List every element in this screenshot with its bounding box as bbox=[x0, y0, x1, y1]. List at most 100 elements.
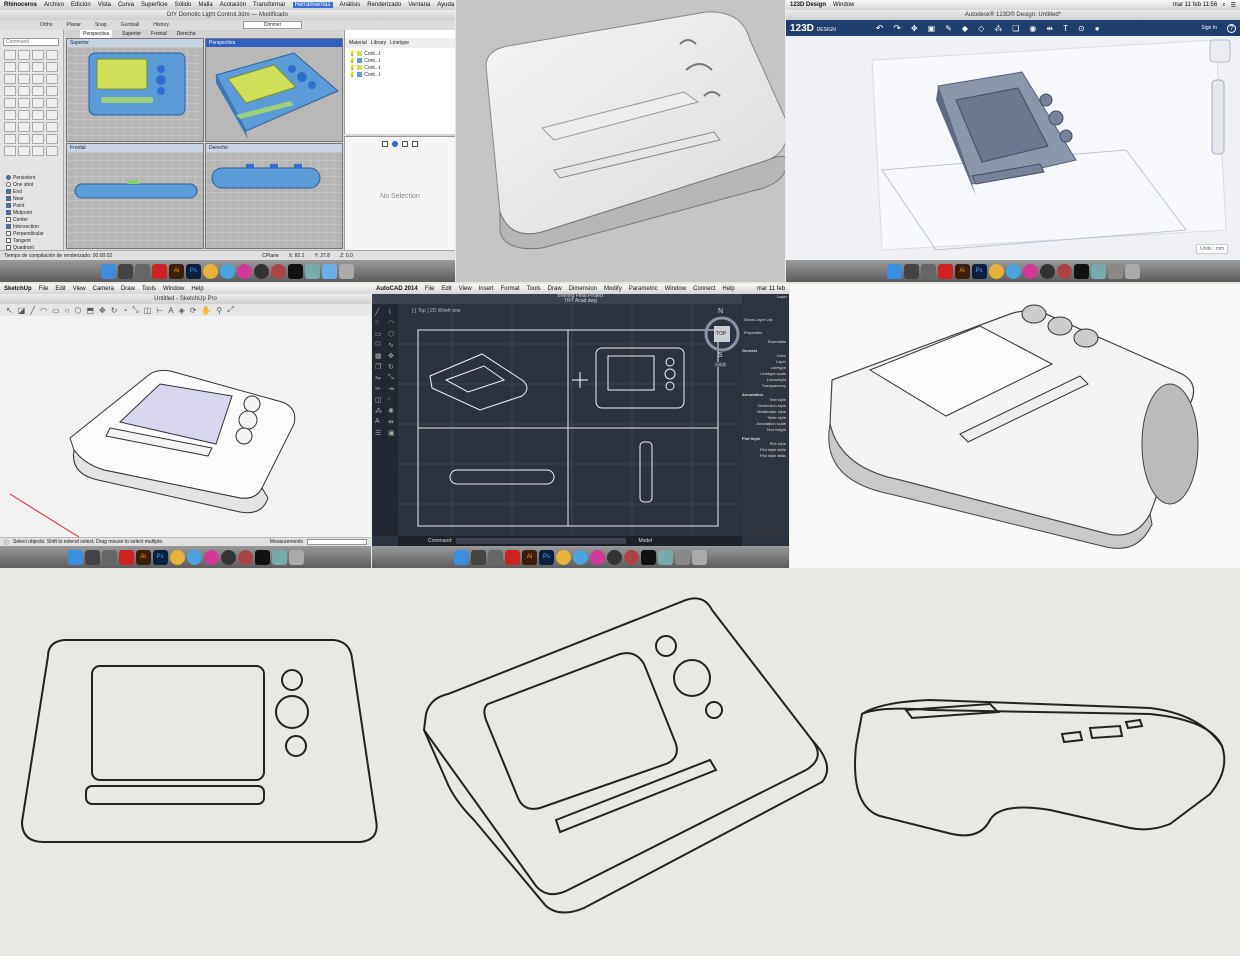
bulb-icon[interactable]: 💡 bbox=[349, 58, 355, 64]
trash-icon[interactable] bbox=[339, 263, 354, 279]
finder-icon[interactable] bbox=[886, 263, 902, 279]
offset-tool-icon[interactable] bbox=[32, 74, 44, 84]
checkbox[interactable] bbox=[6, 210, 11, 215]
property-row[interactable]: Text height bbox=[742, 427, 786, 433]
illustrator-icon[interactable]: Ai bbox=[135, 549, 151, 565]
checkbox[interactable] bbox=[6, 189, 11, 194]
layer-color-swatch[interactable] bbox=[357, 72, 363, 77]
sweep-tool-icon[interactable] bbox=[32, 86, 44, 96]
loft-tool-icon[interactable] bbox=[18, 86, 30, 96]
photoshop-icon[interactable]: Ps bbox=[539, 549, 554, 565]
autocad-dock-icon[interactable] bbox=[152, 263, 167, 279]
osnap-row[interactable]: End bbox=[6, 188, 62, 195]
rhino-command-field[interactable]: Command bbox=[3, 38, 59, 46]
radio-button[interactable] bbox=[6, 182, 11, 187]
osnap-row[interactable]: Midpoint bbox=[6, 209, 62, 216]
photoshop-icon[interactable]: Ps bbox=[971, 263, 987, 279]
tab-derecha[interactable]: Derecha bbox=[177, 30, 196, 38]
dashboard-icon[interactable] bbox=[84, 549, 100, 565]
rhino-history-toggle[interactable]: History bbox=[153, 22, 169, 28]
rhino-gumball-toggle[interactable]: Gumball bbox=[121, 22, 140, 28]
preview-icon[interactable] bbox=[658, 549, 673, 565]
rotate-tool-icon[interactable] bbox=[46, 110, 58, 120]
rhino-layer-select[interactable]: Dimmer bbox=[242, 21, 303, 29]
light-props-icon[interactable] bbox=[402, 141, 408, 147]
box-tool-icon[interactable] bbox=[4, 98, 16, 108]
osnap-row[interactable]: Near bbox=[6, 195, 62, 202]
flower-icon[interactable] bbox=[624, 549, 639, 565]
flower-icon[interactable] bbox=[271, 263, 286, 279]
trash-icon[interactable] bbox=[288, 549, 304, 565]
terminal-icon[interactable] bbox=[254, 549, 270, 565]
layer-color-swatch[interactable] bbox=[357, 58, 363, 63]
flower-icon[interactable] bbox=[237, 549, 253, 565]
checkbox[interactable] bbox=[6, 217, 11, 222]
itunes-icon[interactable] bbox=[237, 263, 252, 279]
extrude-tool-icon[interactable] bbox=[4, 86, 16, 96]
rhino-menu-solido[interactable]: Sólido bbox=[175, 2, 192, 8]
osnap-row[interactable]: One shot bbox=[6, 181, 62, 188]
launchpad-icon[interactable] bbox=[920, 263, 936, 279]
illustrator-icon[interactable]: Ai bbox=[954, 263, 970, 279]
terminal-icon[interactable] bbox=[641, 549, 656, 565]
rhino-snap-toggle[interactable]: Snap bbox=[95, 22, 107, 28]
material-props-icon[interactable] bbox=[392, 141, 398, 147]
rhino-viewport-top[interactable]: Superior bbox=[66, 38, 204, 142]
rectangle-tool-icon[interactable] bbox=[46, 62, 58, 72]
illustrator-icon[interactable]: Ai bbox=[522, 549, 537, 565]
rhino-menu-curva[interactable]: Curva bbox=[118, 2, 134, 8]
cone-tool-icon[interactable] bbox=[46, 98, 58, 108]
rhino-menu-app[interactable]: Rhinoceros bbox=[4, 2, 37, 8]
rhino-ortho-toggle[interactable]: Ortho bbox=[40, 22, 53, 28]
osnap-row[interactable]: Persistent bbox=[6, 174, 62, 181]
units-label[interactable]: Units : mm bbox=[1196, 244, 1228, 254]
compass-wcs[interactable]: WCS bbox=[714, 362, 728, 367]
show-layer-list[interactable]: Show Layer List bbox=[742, 317, 789, 322]
layer-tool-icon[interactable] bbox=[18, 146, 30, 156]
layer-row[interactable]: 💡 Cont...t bbox=[349, 57, 451, 64]
layer-row[interactable]: 💡 Cont...t bbox=[349, 64, 451, 71]
itunes-icon[interactable] bbox=[203, 549, 219, 565]
osnap-row[interactable]: Point bbox=[6, 202, 62, 209]
rhino-menu-analisis[interactable]: Análisis bbox=[340, 2, 361, 8]
chrome-icon[interactable] bbox=[556, 549, 571, 565]
rhino-menu-transformar[interactable]: Transformar bbox=[253, 2, 285, 8]
text-tool-icon[interactable] bbox=[46, 134, 58, 144]
sphere-tool-icon[interactable] bbox=[18, 98, 30, 108]
autocad-dock-icon[interactable] bbox=[505, 549, 520, 565]
command-input[interactable] bbox=[456, 538, 627, 544]
folder-icon[interactable] bbox=[322, 263, 337, 279]
properties-tool-icon[interactable] bbox=[32, 146, 44, 156]
photoshop-icon[interactable]: Ps bbox=[152, 549, 168, 565]
photoshop-icon[interactable]: Ps bbox=[186, 263, 201, 279]
tab-frontal[interactable]: Frontal bbox=[151, 30, 167, 38]
measurements-input[interactable] bbox=[307, 539, 367, 545]
flower-icon[interactable] bbox=[1056, 263, 1072, 279]
itunes-icon[interactable] bbox=[590, 549, 605, 565]
tab-superior[interactable]: Superior bbox=[122, 30, 141, 38]
checkbox[interactable] bbox=[6, 238, 11, 243]
bulb-icon[interactable]: 💡 bbox=[349, 65, 355, 71]
launchpad-icon[interactable] bbox=[488, 549, 503, 565]
trash-icon[interactable] bbox=[1124, 263, 1140, 279]
osnap-row[interactable]: Perpendicular bbox=[6, 230, 62, 237]
design123d-canvas[interactable] bbox=[786, 0, 1240, 282]
launchpad-icon[interactable] bbox=[135, 263, 150, 279]
sketchup-canvas[interactable] bbox=[0, 284, 371, 568]
checkbox[interactable] bbox=[6, 231, 11, 236]
checkbox[interactable] bbox=[6, 196, 11, 201]
layer-row[interactable]: 💡 Cont...t bbox=[349, 50, 451, 57]
chrome-icon[interactable] bbox=[203, 263, 218, 279]
property-row[interactable]: Plot style attac bbox=[742, 453, 786, 459]
finder-icon[interactable] bbox=[67, 549, 83, 565]
dashboard-icon[interactable] bbox=[118, 263, 133, 279]
join-tool-icon[interactable] bbox=[46, 122, 58, 132]
revolve-tool-icon[interactable] bbox=[46, 86, 58, 96]
layer-row[interactable]: 💡 Cont...t bbox=[349, 71, 451, 78]
camera-icon[interactable] bbox=[1039, 263, 1055, 279]
scale-tool-icon[interactable] bbox=[4, 122, 16, 132]
preview-icon[interactable] bbox=[271, 549, 287, 565]
autocad-dock-icon[interactable] bbox=[937, 263, 953, 279]
bulb-icon[interactable]: 💡 bbox=[349, 51, 355, 57]
mirror-tool-icon[interactable] bbox=[18, 122, 30, 132]
